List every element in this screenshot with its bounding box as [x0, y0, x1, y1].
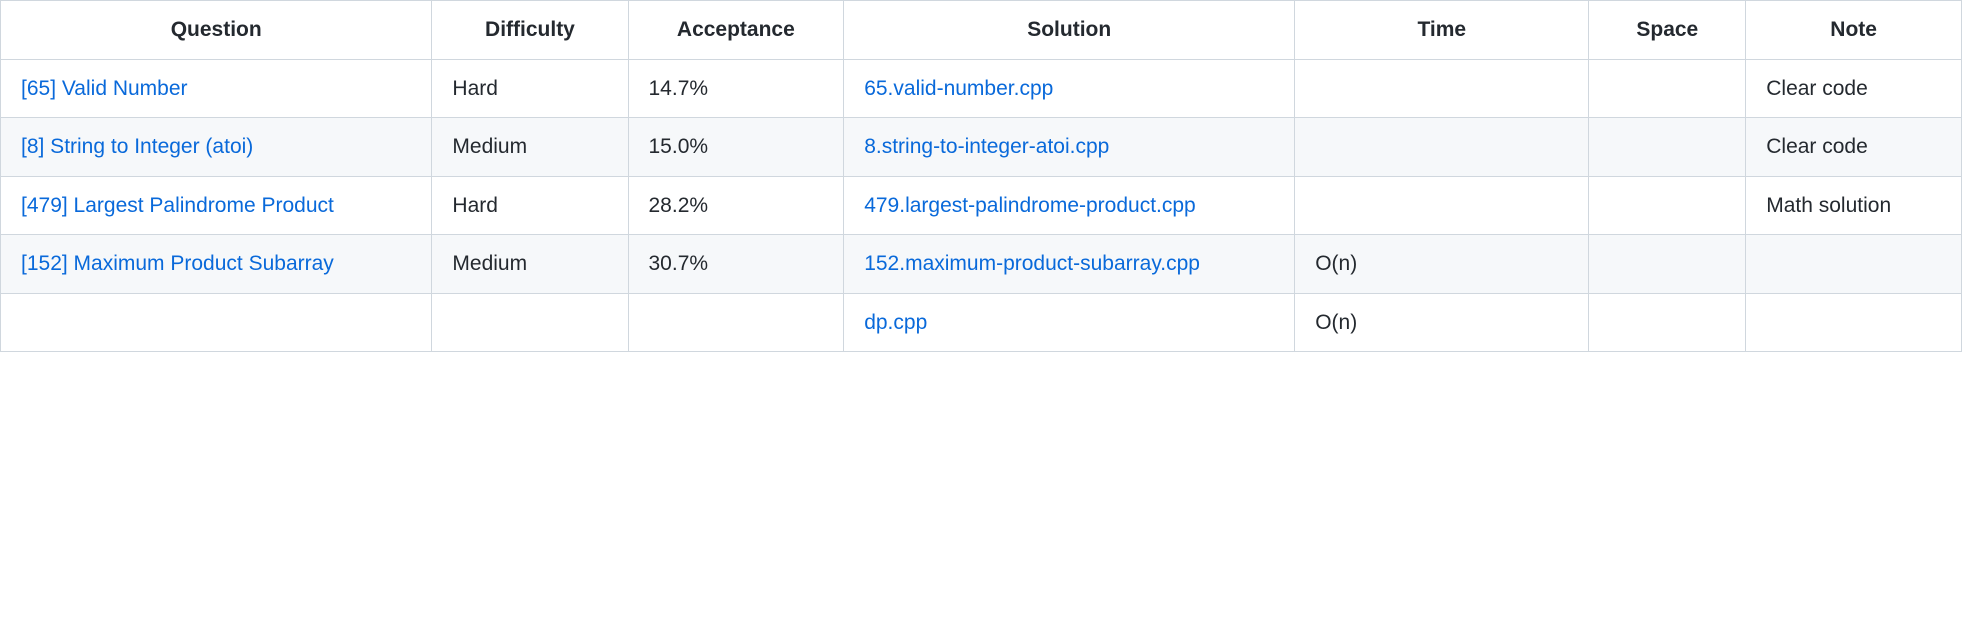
cell-space	[1589, 293, 1746, 352]
header-note: Note	[1746, 1, 1962, 60]
cell-time	[1295, 59, 1589, 118]
cell-space	[1589, 118, 1746, 177]
cell-time	[1295, 118, 1589, 177]
table-row: [8] String to Integer (atoi) Medium 15.0…	[1, 118, 1962, 177]
solution-link[interactable]: 479.largest-palindrome-product.cpp	[864, 194, 1196, 217]
solution-link[interactable]: 65.valid-number.cpp	[864, 77, 1053, 100]
solution-link[interactable]: 152.maximum-product-subarray.cpp	[864, 252, 1200, 275]
header-time: Time	[1295, 1, 1589, 60]
header-difficulty: Difficulty	[432, 1, 628, 60]
cell-note: Clear code	[1746, 118, 1962, 177]
table-row: dp.cpp O(n)	[1, 293, 1962, 352]
cell-space	[1589, 59, 1746, 118]
cell-note	[1746, 235, 1962, 294]
cell-solution: 8.string-to-integer-atoi.cpp	[844, 118, 1295, 177]
cell-question: [8] String to Integer (atoi)	[1, 118, 432, 177]
cell-difficulty: Hard	[432, 59, 628, 118]
cell-question: [479] Largest Palindrome Product	[1, 176, 432, 235]
cell-acceptance: 14.7%	[628, 59, 844, 118]
cell-solution: 65.valid-number.cpp	[844, 59, 1295, 118]
cell-note: Math solution	[1746, 176, 1962, 235]
question-link[interactable]: [65] Valid Number	[21, 77, 188, 100]
cell-acceptance	[628, 293, 844, 352]
header-question: Question	[1, 1, 432, 60]
table-row: [479] Largest Palindrome Product Hard 28…	[1, 176, 1962, 235]
table-row: [152] Maximum Product Subarray Medium 30…	[1, 235, 1962, 294]
cell-question: [152] Maximum Product Subarray	[1, 235, 432, 294]
cell-time: O(n)	[1295, 235, 1589, 294]
question-link[interactable]: [152] Maximum Product Subarray	[21, 252, 334, 275]
cell-acceptance: 15.0%	[628, 118, 844, 177]
cell-solution: dp.cpp	[844, 293, 1295, 352]
problems-table: Question Difficulty Acceptance Solution …	[0, 0, 1962, 352]
table-header-row: Question Difficulty Acceptance Solution …	[1, 1, 1962, 60]
cell-difficulty: Hard	[432, 176, 628, 235]
cell-space	[1589, 176, 1746, 235]
header-solution: Solution	[844, 1, 1295, 60]
cell-acceptance: 28.2%	[628, 176, 844, 235]
solution-link[interactable]: 8.string-to-integer-atoi.cpp	[864, 135, 1109, 158]
cell-difficulty: Medium	[432, 118, 628, 177]
cell-note	[1746, 293, 1962, 352]
solution-link[interactable]: dp.cpp	[864, 311, 927, 334]
question-link[interactable]: [8] String to Integer (atoi)	[21, 135, 253, 158]
cell-question: [65] Valid Number	[1, 59, 432, 118]
cell-question	[1, 293, 432, 352]
question-link[interactable]: [479] Largest Palindrome Product	[21, 194, 334, 217]
cell-solution: 152.maximum-product-subarray.cpp	[844, 235, 1295, 294]
cell-difficulty	[432, 293, 628, 352]
cell-acceptance: 30.7%	[628, 235, 844, 294]
cell-time: O(n)	[1295, 293, 1589, 352]
cell-time	[1295, 176, 1589, 235]
header-acceptance: Acceptance	[628, 1, 844, 60]
cell-solution: 479.largest-palindrome-product.cpp	[844, 176, 1295, 235]
cell-difficulty: Medium	[432, 235, 628, 294]
header-space: Space	[1589, 1, 1746, 60]
table-row: [65] Valid Number Hard 14.7% 65.valid-nu…	[1, 59, 1962, 118]
cell-space	[1589, 235, 1746, 294]
cell-note: Clear code	[1746, 59, 1962, 118]
